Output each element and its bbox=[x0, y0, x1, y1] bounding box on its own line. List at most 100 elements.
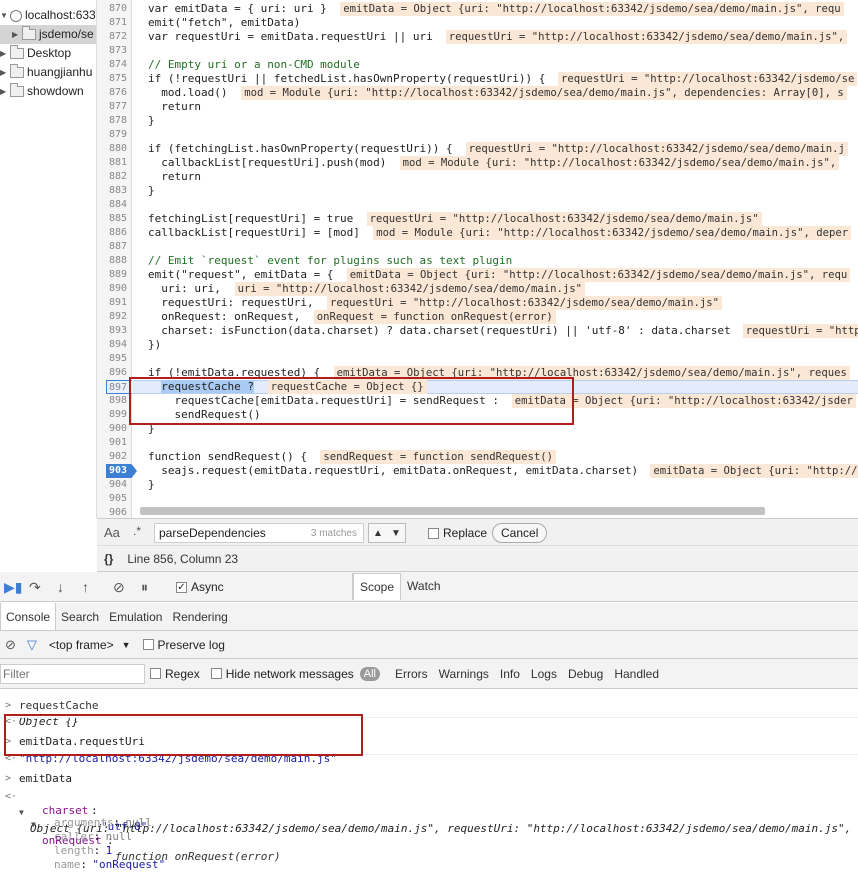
code-line: }) bbox=[148, 338, 162, 351]
chevron-down-icon[interactable]: ▼ bbox=[391, 528, 401, 539]
cancel-button[interactable]: Cancel bbox=[492, 523, 548, 543]
line-number[interactable]: 885 bbox=[96, 212, 127, 226]
level-debug[interactable]: Debug bbox=[568, 667, 603, 681]
level-logs[interactable]: Logs bbox=[531, 667, 557, 681]
line-number[interactable]: 884 bbox=[96, 198, 127, 212]
line-number[interactable]: 877 bbox=[96, 100, 127, 114]
regex-toggle[interactable]: .* bbox=[133, 524, 141, 538]
code-line: mod.load() bbox=[148, 86, 228, 99]
chevron-up-icon[interactable]: ▲ bbox=[373, 528, 383, 539]
tab-scope[interactable]: Scope bbox=[353, 573, 402, 600]
line-number[interactable]: 876 bbox=[96, 86, 127, 100]
line-number[interactable]: 892 bbox=[96, 310, 127, 324]
regex-label: Regex bbox=[165, 666, 200, 681]
line-number-gutter[interactable]: 870 871 872 873 874 875 876 877 878 879 880 881 882 8… bbox=[96, 0, 137, 518]
line-number[interactable]: 886 bbox=[96, 226, 127, 240]
tree-item-label: Desktop bbox=[27, 46, 72, 60]
replace-checkbox[interactable]: Replace bbox=[428, 526, 487, 540]
line-number[interactable]: 873 bbox=[96, 44, 127, 58]
line-number[interactable]: 905 bbox=[96, 492, 127, 506]
filter-icon[interactable]: ▽ bbox=[27, 637, 37, 653]
line-number[interactable]: 894 bbox=[96, 338, 127, 352]
line-number[interactable]: 872 bbox=[96, 30, 127, 44]
resume-icon[interactable]: ▶▮ bbox=[4, 579, 22, 596]
match-case-toggle[interactable]: Aa bbox=[104, 525, 120, 540]
search-input[interactable]: parseDependencies 3 matches bbox=[154, 523, 364, 543]
level-info[interactable]: Info bbox=[500, 667, 520, 681]
code-line: var emitData = { uri: uri } bbox=[148, 2, 327, 15]
line-number[interactable]: 880 bbox=[96, 142, 127, 156]
clear-console-icon[interactable]: ⊘ bbox=[5, 637, 16, 653]
line-number[interactable]: 875 bbox=[96, 72, 127, 86]
line-number[interactable]: 874 bbox=[96, 58, 127, 72]
line-number[interactable]: 895 bbox=[96, 352, 127, 366]
tree-item-host[interactable]: ▼ localhost:633 bbox=[0, 6, 96, 25]
line-number[interactable]: 871 bbox=[96, 16, 127, 30]
level-errors[interactable]: Errors bbox=[395, 667, 428, 681]
step-over-icon[interactable]: ↷ bbox=[29, 579, 41, 596]
tree-item-huangjianhu[interactable]: ▶ huangjianhu bbox=[0, 63, 92, 82]
collapsed-arrow-icon[interactable]: ▶ bbox=[12, 25, 22, 44]
async-label: Async bbox=[191, 580, 224, 594]
line-number[interactable]: 904 bbox=[96, 478, 127, 492]
console-entry: > requestCache bbox=[5, 699, 99, 712]
line-number[interactable]: 879 bbox=[96, 128, 127, 142]
pretty-print-button[interactable]: {} bbox=[104, 552, 113, 566]
hide-network-label: Hide network messages bbox=[225, 666, 354, 681]
regex-checkbox[interactable]: Regex bbox=[150, 667, 200, 681]
filter-input[interactable] bbox=[0, 663, 145, 684]
code-editor[interactable]: var emitData = { uri: uri } emitData = Ob… bbox=[133, 0, 858, 518]
preserve-log-checkbox[interactable]: Preserve log bbox=[142, 638, 225, 652]
hide-network-checkbox[interactable]: Hide network messages bbox=[210, 666, 354, 681]
collapsed-arrow-icon[interactable]: ▶ bbox=[0, 44, 10, 63]
tree-item-showdown[interactable]: ▶ showdown bbox=[0, 82, 84, 101]
tab-emulation[interactable]: Emulation bbox=[104, 603, 167, 630]
line-number[interactable]: 900 bbox=[96, 422, 127, 436]
line-number[interactable]: 888 bbox=[96, 254, 127, 268]
collapsed-arrow-icon[interactable]: ▶ bbox=[0, 63, 10, 82]
line-number[interactable]: 891 bbox=[96, 296, 127, 310]
line-number[interactable]: 893 bbox=[96, 324, 127, 338]
folder-icon bbox=[10, 64, 24, 78]
line-number[interactable]: 901 bbox=[96, 436, 127, 450]
chevron-down-icon[interactable]: ▼ bbox=[122, 640, 131, 650]
line-number[interactable]: 899 bbox=[96, 408, 127, 422]
level-all[interactable]: All bbox=[359, 666, 380, 681]
frame-selector[interactable]: <top frame> bbox=[49, 638, 114, 652]
line-number[interactable]: 898 bbox=[96, 394, 127, 408]
async-checkbox[interactable]: ✓ Async bbox=[176, 580, 224, 594]
inline-value-annotation: requestUri = "http://localhost:63342/jsd… bbox=[465, 142, 848, 156]
tree-item-label: showdown bbox=[27, 84, 84, 98]
tree-item-desktop[interactable]: ▶ Desktop bbox=[0, 44, 71, 63]
line-number[interactable]: 870 bbox=[96, 2, 127, 16]
line-number[interactable]: 882 bbox=[96, 170, 127, 184]
line-number[interactable]: 896 bbox=[96, 366, 127, 380]
checkbox-icon bbox=[142, 639, 154, 650]
line-number[interactable]: 881 bbox=[96, 156, 127, 170]
pause-on-exceptions-icon[interactable]: ⏸ bbox=[141, 579, 148, 596]
expanded-arrow-icon[interactable]: ▼ bbox=[0, 6, 10, 25]
line-number[interactable]: 883 bbox=[96, 184, 127, 198]
tab-rendering[interactable]: Rendering bbox=[167, 603, 232, 630]
line-number[interactable]: 889 bbox=[96, 268, 127, 282]
deactivate-breakpoints-icon[interactable]: ⊘ bbox=[113, 579, 125, 596]
tab-search[interactable]: Search bbox=[56, 603, 104, 630]
step-into-icon[interactable]: ↓ bbox=[57, 579, 64, 595]
step-out-icon[interactable]: ↑ bbox=[82, 579, 89, 595]
line-number[interactable]: 890 bbox=[96, 282, 127, 296]
folder-icon bbox=[10, 45, 24, 59]
tab-console[interactable]: Console bbox=[0, 603, 57, 630]
tree-item-jsdemo[interactable]: ▶ jsdemo/se bbox=[0, 25, 96, 44]
inline-value-annotation: requestUri = "http://localhost:63342/jsd… bbox=[558, 72, 858, 86]
line-number[interactable]: 902 bbox=[96, 450, 127, 464]
horizontal-scrollbar[interactable] bbox=[140, 507, 765, 515]
line-number[interactable]: 878 bbox=[96, 114, 127, 128]
level-handled[interactable]: Handled bbox=[614, 667, 659, 681]
collapsed-arrow-icon[interactable]: ▶ bbox=[0, 82, 10, 101]
tab-watch[interactable]: Watch bbox=[401, 573, 447, 600]
tree-item-label: jsdemo/se bbox=[39, 27, 94, 41]
level-warnings[interactable]: Warnings bbox=[439, 667, 489, 681]
inline-value-annotation: emitData = Object {uri: "http://l bbox=[650, 464, 858, 478]
code-line: requestUri: requestUri, bbox=[148, 296, 314, 309]
line-number[interactable]: 887 bbox=[96, 240, 127, 254]
